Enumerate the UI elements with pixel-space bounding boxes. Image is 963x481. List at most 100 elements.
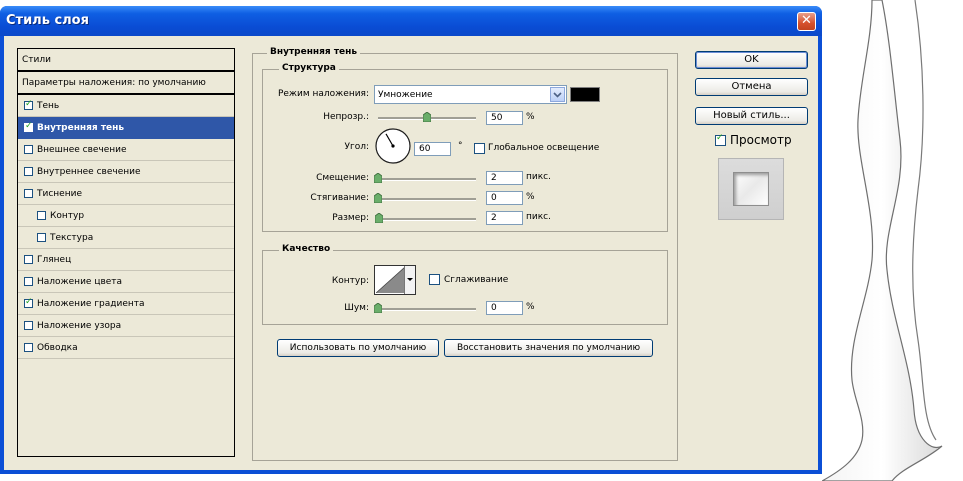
- style-preview-swatch: [733, 172, 769, 206]
- style-list-item[interactable]: Наложение градиента: [18, 293, 234, 315]
- style-list-item[interactable]: Внутренняя тень: [18, 117, 234, 139]
- style-list-item[interactable]: Наложение цвета: [18, 271, 234, 293]
- choke-slider-thumb[interactable]: [374, 193, 382, 203]
- layer-style-dialog: Стиль слоя ✕ Стили Параметры наложения: …: [0, 6, 822, 474]
- background-blade-shape: [822, 0, 943, 481]
- contour-linear-icon: [376, 267, 405, 293]
- structure-title: Структура: [279, 63, 339, 73]
- noise-slider-track[interactable]: [378, 308, 476, 311]
- antialias-label: Сглаживание: [444, 275, 509, 285]
- styles-list-header[interactable]: Стили: [18, 49, 234, 72]
- style-item-checkbox[interactable]: [37, 233, 46, 242]
- chevron-down-icon: [407, 278, 413, 281]
- style-item-checkbox[interactable]: [24, 167, 33, 176]
- quality-group: Качество Контур: Сглаживание Шум: 0 %: [262, 244, 668, 325]
- style-item-checkbox[interactable]: [24, 145, 33, 154]
- antialias-checkbox[interactable]: [429, 274, 440, 285]
- ok-button[interactable]: OK: [695, 51, 808, 69]
- style-list-item[interactable]: Параметры наложения: по умолчанию: [18, 72, 234, 95]
- opacity-label: Непрозр.:: [323, 112, 369, 122]
- style-list-item[interactable]: Наложение узора: [18, 315, 234, 337]
- panel-title: Внутренняя тень: [267, 47, 361, 57]
- angle-unit: °: [458, 141, 463, 151]
- style-item-label: Наложение градиента: [37, 299, 145, 309]
- contour-label: Контур:: [331, 276, 369, 286]
- styles-header-label: Стили: [22, 55, 51, 65]
- style-item-checkbox[interactable]: [24, 321, 33, 330]
- style-list-item[interactable]: Текстура: [18, 227, 234, 249]
- size-slider-thumb[interactable]: [374, 213, 383, 223]
- size-input[interactable]: 2: [486, 211, 523, 225]
- style-list-item[interactable]: Внешнее свечение: [18, 139, 234, 161]
- opacity-input[interactable]: 50: [486, 111, 523, 125]
- style-item-label: Внешнее свечение: [37, 145, 127, 155]
- size-label: Размер:: [332, 213, 369, 223]
- style-item-checkbox[interactable]: [24, 99, 33, 110]
- opacity-slider-thumb[interactable]: [423, 112, 431, 122]
- title-bar[interactable]: Стиль слоя ✕: [0, 6, 822, 36]
- structure-group: Структура Режим наложения: Умножение Неп…: [262, 63, 668, 232]
- distance-label: Смещение:: [316, 173, 369, 183]
- style-preview-thumbnail: [718, 158, 784, 220]
- noise-unit: %: [526, 302, 535, 312]
- choke-input[interactable]: 0: [486, 191, 523, 205]
- style-item-checkbox[interactable]: [24, 121, 33, 132]
- style-item-label: Внутренняя тень: [37, 123, 125, 133]
- style-item-label: Текстура: [50, 233, 94, 243]
- style-item-checkbox[interactable]: [37, 211, 46, 220]
- noise-input[interactable]: 0: [486, 301, 523, 315]
- new-style-button[interactable]: Новый стиль...: [695, 107, 808, 125]
- style-item-checkbox[interactable]: [24, 343, 33, 352]
- style-list-item[interactable]: Тиснение: [18, 183, 234, 205]
- size-slider-track[interactable]: [378, 218, 476, 221]
- dialog-title: Стиль слоя: [6, 13, 89, 28]
- style-list-item[interactable]: Контур: [18, 205, 234, 227]
- style-item-label: Тень: [37, 101, 60, 111]
- style-list-item[interactable]: Глянец: [18, 249, 234, 271]
- style-item-label: Наложение цвета: [37, 277, 123, 287]
- inner-shadow-panel: Внутренняя тень Структура Режим наложени…: [252, 47, 678, 461]
- contour-picker[interactable]: [374, 265, 416, 295]
- contour-dropdown-arrow[interactable]: [404, 266, 415, 294]
- preview-label: Просмотр: [730, 133, 792, 147]
- style-item-label: Наложение узора: [37, 321, 122, 331]
- angle-dial[interactable]: [374, 127, 412, 165]
- style-item-label: Параметры наложения: по умолчанию: [22, 78, 206, 88]
- chevron-down-icon[interactable]: [550, 87, 565, 102]
- distance-slider-thumb[interactable]: [374, 173, 382, 183]
- close-button[interactable]: ✕: [797, 12, 816, 31]
- style-list-item[interactable]: Внутреннее свечение: [18, 161, 234, 183]
- noise-label: Шум:: [344, 303, 369, 313]
- style-item-checkbox[interactable]: [24, 189, 33, 198]
- shadow-color-swatch[interactable]: [570, 87, 600, 102]
- close-icon: ✕: [801, 13, 812, 28]
- distance-unit: пикс.: [526, 172, 551, 182]
- style-item-label: Глянец: [37, 255, 72, 265]
- cancel-button[interactable]: Отмена: [695, 78, 808, 96]
- global-light-label: Глобальное освещение: [488, 143, 600, 153]
- style-list-item[interactable]: Обводка: [18, 337, 234, 359]
- choke-label: Стягивание:: [310, 193, 369, 203]
- opacity-unit: %: [526, 112, 535, 122]
- distance-input[interactable]: 2: [486, 171, 523, 185]
- quality-title: Качество: [279, 244, 334, 254]
- style-item-checkbox[interactable]: [24, 255, 33, 264]
- reset-default-button[interactable]: Восстановить значения по умолчанию: [444, 339, 653, 357]
- style-item-label: Внутреннее свечение: [37, 167, 141, 177]
- blend-mode-select[interactable]: Умножение: [374, 85, 567, 104]
- styles-list: Стили Параметры наложения: по умолчанию Т…: [17, 48, 235, 457]
- global-light-checkbox[interactable]: [474, 143, 485, 154]
- style-item-checkbox[interactable]: [24, 297, 33, 308]
- make-default-button[interactable]: Использовать по умолчанию: [277, 339, 439, 357]
- choke-slider-track[interactable]: [378, 198, 476, 201]
- style-item-label: Обводка: [37, 343, 78, 353]
- style-item-checkbox[interactable]: [24, 277, 33, 286]
- angle-input[interactable]: 60: [414, 142, 451, 156]
- distance-slider-track[interactable]: [378, 178, 476, 181]
- preview-checkbox[interactable]: [715, 133, 726, 146]
- style-list-item[interactable]: Тень: [18, 95, 234, 117]
- style-item-label: Контур: [50, 211, 85, 221]
- dialog-client-area: Стили Параметры наложения: по умолчанию Т…: [4, 36, 818, 470]
- noise-slider-thumb[interactable]: [374, 303, 382, 313]
- blend-mode-label: Режим наложения:: [277, 89, 369, 99]
